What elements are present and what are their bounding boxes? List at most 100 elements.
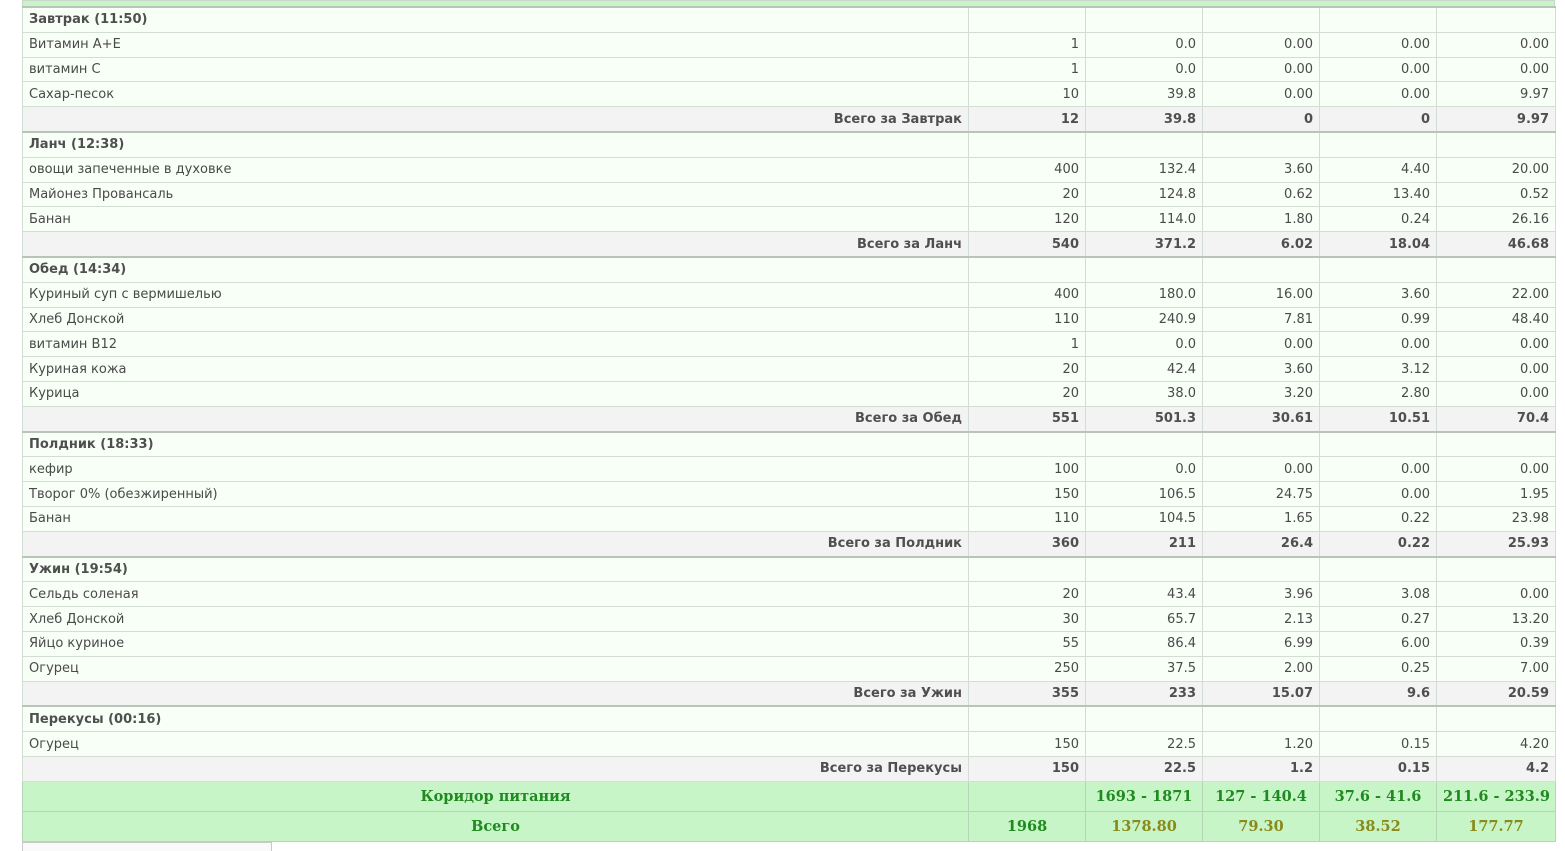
- corridor-row: Коридор питания 1693 - 1871 127 - 140.4 …: [22, 780, 1556, 812]
- food-item-weight: 55: [968, 630, 1086, 657]
- corridor-protein: 127 - 140.4: [1202, 780, 1320, 812]
- meal-header-empty-cell: [1319, 705, 1437, 733]
- meal-header-empty-cell: [1436, 705, 1556, 733]
- food-item-protein: 16.00: [1202, 281, 1320, 308]
- food-item-weight: 20: [968, 581, 1086, 608]
- pagination-tab-strip[interactable]: [22, 842, 272, 851]
- subtotal-label: Всего за Ужин: [22, 680, 969, 707]
- food-item-label[interactable]: Куриная кожа: [22, 356, 969, 382]
- food-item-row[interactable]: Банан 120 114.0 1.80 0.24 26.16: [22, 206, 1556, 233]
- food-item-row[interactable]: Огурец 250 37.5 2.00 0.25 7.00: [22, 655, 1556, 682]
- food-item-carbs: 9.97: [1436, 81, 1556, 108]
- food-item-protein: 1.80: [1202, 206, 1320, 233]
- food-item-label[interactable]: Курица: [22, 380, 969, 407]
- food-item-protein: 3.60: [1202, 156, 1320, 183]
- food-item-label[interactable]: витамин С: [22, 56, 969, 83]
- subtotal-weight: 355: [968, 680, 1086, 707]
- food-item-protein: 3.96: [1202, 581, 1320, 608]
- food-item-kcal: 86.4: [1085, 630, 1203, 657]
- food-item-label[interactable]: кефир: [22, 456, 969, 483]
- meal-header-empty-cell: [1319, 130, 1437, 158]
- meal-title: Полдник (18:33): [22, 430, 969, 458]
- food-item-row[interactable]: Сельдь соленая 20 43.4 3.96 3.08 0.00: [22, 581, 1556, 608]
- meal-header-empty-cell: [968, 255, 1086, 283]
- food-diary-table: Завтрак (11:50) Витамин А+Е 1 0.0 0.00 0.00 0.…: [22, 5, 1556, 842]
- subtotal-protein: 6.02: [1202, 231, 1320, 258]
- food-item-row[interactable]: Курица 20 38.0 3.20 2.80 0.00: [22, 380, 1556, 407]
- food-item-weight: 400: [968, 156, 1086, 183]
- food-item-label[interactable]: Хлеб Донской: [22, 306, 969, 333]
- food-item-fat: 0.25: [1319, 655, 1437, 682]
- food-item-carbs: 0.00: [1436, 56, 1556, 83]
- food-item-protein: 3.60: [1202, 356, 1320, 382]
- subtotal-protein: 26.4: [1202, 530, 1320, 558]
- food-item-row[interactable]: витамин B12 1 0.0 0.00 0.00 0.00: [22, 331, 1556, 358]
- food-item-fat: 3.60: [1319, 281, 1437, 308]
- meal-header-empty-cell: [1319, 555, 1437, 583]
- food-item-weight: 150: [968, 731, 1086, 757]
- food-item-label[interactable]: Огурец: [22, 655, 969, 682]
- food-item-label[interactable]: Банан: [22, 206, 969, 233]
- food-item-row[interactable]: Хлеб Донской 110 240.9 7.81 0.99 48.40: [22, 306, 1556, 333]
- subtotal-kcal: 371.2: [1085, 231, 1203, 258]
- food-item-label[interactable]: Майонез Провансаль: [22, 181, 969, 208]
- grand-total-protein: 79.30: [1202, 810, 1320, 842]
- food-item-label[interactable]: Куриный суп с вермишелью: [22, 281, 969, 308]
- food-item-weight: 110: [968, 306, 1086, 333]
- food-item-row[interactable]: Куриная кожа 20 42.4 3.60 3.12 0.00: [22, 356, 1556, 382]
- food-item-row[interactable]: Творог 0% (обезжиренный) 150 106.5 24.75 0.0…: [22, 481, 1556, 507]
- meal-title: Перекусы (00:16): [22, 705, 969, 733]
- food-item-row[interactable]: овощи запеченные в духовке 400 132.4 3.60 4.…: [22, 156, 1556, 183]
- food-item-row[interactable]: Витамин А+Е 1 0.0 0.00 0.00 0.00: [22, 31, 1556, 58]
- food-item-row[interactable]: Хлеб Донской 30 65.7 2.13 0.27 13.20: [22, 606, 1556, 632]
- food-item-row[interactable]: Майонез Провансаль 20 124.8 0.62 13.40 0.52: [22, 181, 1556, 208]
- food-item-label[interactable]: Хлеб Донской: [22, 606, 969, 632]
- food-item-label[interactable]: Яйцо куриное: [22, 630, 969, 657]
- meal-header-empty-cell: [968, 130, 1086, 158]
- food-item-carbs: 0.00: [1436, 356, 1556, 382]
- grand-total-label: Всего: [22, 810, 969, 842]
- food-item-label[interactable]: овощи запеченные в духовке: [22, 156, 969, 183]
- meal-header-empty-cell: [968, 5, 1086, 33]
- food-item-label[interactable]: Банан: [22, 505, 969, 532]
- meal-header-empty-cell: [1085, 5, 1203, 33]
- meal-header-empty-cell: [1319, 255, 1437, 283]
- food-item-label[interactable]: Сельдь соленая: [22, 581, 969, 608]
- food-item-row[interactable]: Огурец 150 22.5 1.20 0.15 4.20: [22, 731, 1556, 757]
- food-item-fat: 0.00: [1319, 481, 1437, 507]
- meal-subtotal-row: Всего за Полдник 360 211 26.4 0.22 25.93: [22, 530, 1556, 558]
- food-item-kcal: 240.9: [1085, 306, 1203, 333]
- meal-subtotal-row: Всего за Обед 551 501.3 30.61 10.51 70.4: [22, 405, 1556, 433]
- food-item-row[interactable]: Яйцо куриное 55 86.4 6.99 6.00 0.39: [22, 630, 1556, 657]
- food-item-protein: 0.62: [1202, 181, 1320, 208]
- meal-header-empty-cell: [1202, 130, 1320, 158]
- food-item-label[interactable]: Сахар-песок: [22, 81, 969, 108]
- food-item-row[interactable]: Банан 110 104.5 1.65 0.22 23.98: [22, 505, 1556, 532]
- meal-header-empty-cell: [1436, 5, 1556, 33]
- subtotal-weight: 540: [968, 231, 1086, 258]
- food-item-kcal: 104.5: [1085, 505, 1203, 532]
- subtotal-protein: 0: [1202, 106, 1320, 133]
- meal-header-empty-cell: [1085, 255, 1203, 283]
- food-item-protein: 0.00: [1202, 456, 1320, 483]
- food-item-row[interactable]: Куриный суп с вермишелью 400 180.0 16.00 3.6…: [22, 281, 1556, 308]
- food-item-fat: 3.08: [1319, 581, 1437, 608]
- subtotal-protein: 1.2: [1202, 755, 1320, 782]
- grand-total-row: Всего 1968 1378.80 79.30 38.52 177.77: [22, 810, 1556, 842]
- subtotal-fat: 9.6: [1319, 680, 1437, 707]
- food-item-row[interactable]: Сахар-песок 10 39.8 0.00 0.00 9.97: [22, 81, 1556, 108]
- meal-header-empty-cell: [968, 555, 1086, 583]
- food-item-label[interactable]: Витамин А+Е: [22, 31, 969, 58]
- food-item-fat: 0.00: [1319, 31, 1437, 58]
- food-item-label[interactable]: витамин B12: [22, 331, 969, 358]
- food-item-label[interactable]: Творог 0% (обезжиренный): [22, 481, 969, 507]
- food-item-row[interactable]: витамин С 1 0.0 0.00 0.00 0.00: [22, 56, 1556, 83]
- subtotal-label: Всего за Завтрак: [22, 106, 969, 133]
- subtotal-kcal: 233: [1085, 680, 1203, 707]
- food-item-carbs: 7.00: [1436, 655, 1556, 682]
- meal-header-empty-cell: [1202, 705, 1320, 733]
- food-item-row[interactable]: кефир 100 0.0 0.00 0.00 0.00: [22, 456, 1556, 483]
- food-item-label[interactable]: Огурец: [22, 731, 969, 757]
- meal-title: Завтрак (11:50): [22, 5, 969, 33]
- food-item-fat: 4.40: [1319, 156, 1437, 183]
